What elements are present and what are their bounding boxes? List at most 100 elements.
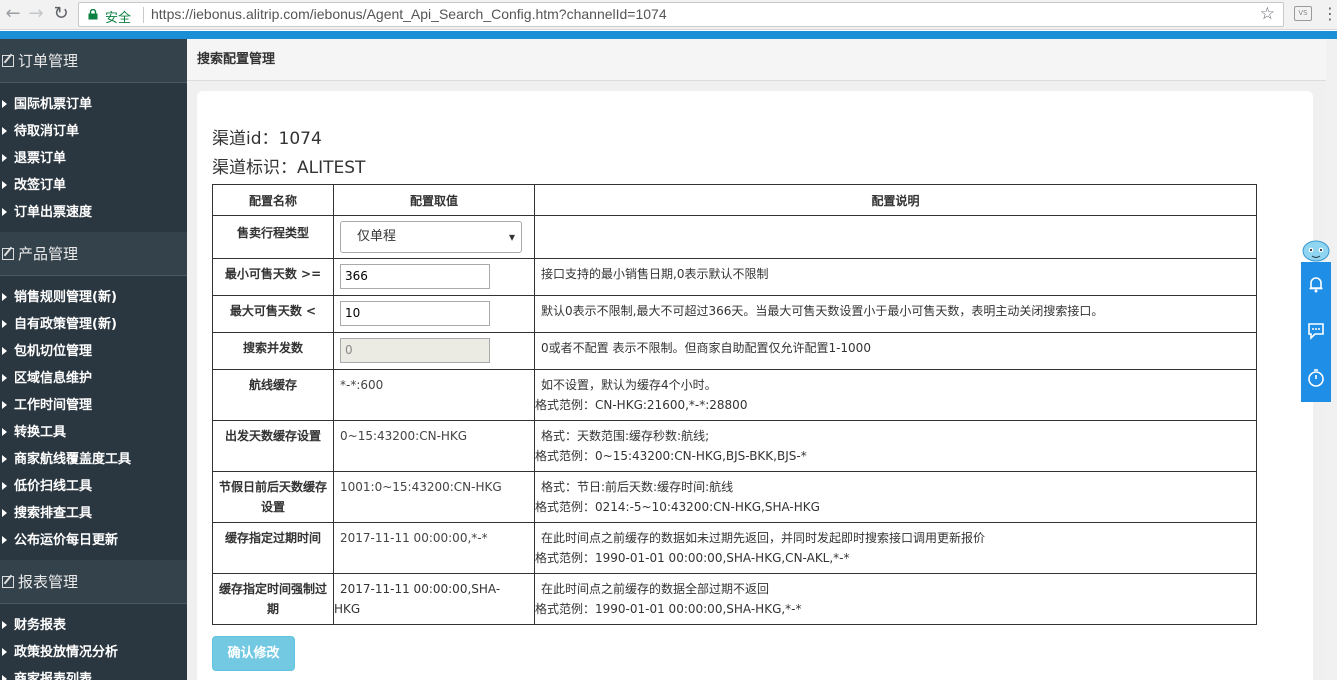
table-row: 节假日前后天数缓存 设置 1001:0~15:43200:CN-HKG 格式：节… — [212, 471, 1257, 523]
sidebar-section-header[interactable]: 报表管理 — [0, 560, 187, 604]
desc-example: 格式范例：0~15:43200:CN-HKG,BJS-BKK,BJS-* — [535, 449, 807, 463]
bell-icon[interactable] — [1306, 274, 1326, 294]
desc-example: 格式范例：1990-01-01 00:00:00,SHA-HKG,CN-AKL,… — [535, 551, 850, 565]
sidebar: 订单管理 国际机票订单 待取消订单 退票订单 改签订单 订单出票速度 产品管理 … — [0, 39, 187, 680]
desc-line: 格式：天数范围:缓存秒数:航线; — [541, 429, 710, 443]
table-row: 出发天数缓存设置 0~15:43200:CN-HKG 格式：天数范围:缓存秒数:… — [212, 420, 1257, 472]
config-name: 航线缓存 — [212, 369, 334, 421]
name-line: 期 — [266, 602, 279, 616]
sidebar-item[interactable]: 转换工具 — [0, 419, 187, 446]
caret-right-icon — [2, 347, 7, 355]
header-stripe — [0, 31, 1337, 39]
section-title: 订单管理 — [18, 52, 79, 70]
desc-line: 格式：节日:前后天数:缓存时间:航线 — [541, 480, 734, 494]
chat-icon[interactable] — [1306, 321, 1326, 341]
browser-toolbar: ← → ↻ 安全 https://iebonus.alitrip.com/ieb… — [0, 0, 1337, 30]
sidebar-item-label: 销售规则管理(新) — [14, 290, 117, 305]
sidebar-item[interactable]: 工作时间管理 — [0, 392, 187, 419]
max-days-input[interactable]: 10 — [340, 301, 490, 326]
value-line: HKG — [334, 602, 361, 616]
back-icon[interactable]: ← — [2, 3, 24, 25]
caret-right-icon — [2, 320, 7, 328]
config-value[interactable]: 2017-11-11 00:00:00,SHA- HKG — [333, 573, 535, 625]
secure-label: 安全 — [105, 11, 132, 26]
sidebar-item[interactable]: 订单出票速度 — [0, 199, 187, 226]
sidebar-item[interactable]: 公布运价每日更新 — [0, 527, 187, 554]
sidebar-item[interactable]: 政策投放情况分析 — [0, 639, 187, 666]
sidebar-section-header[interactable]: 订单管理 — [0, 39, 187, 83]
holiday-cache-value[interactable]: 1001:0~15:43200:CN-HKG — [340, 472, 502, 497]
name-line: 缓存指定时间强制过 — [218, 582, 327, 596]
edit-icon — [2, 575, 14, 588]
sidebar-item-label: 公布运价每日更新 — [14, 533, 119, 548]
config-desc: 0或者不配置 表示不限制。但商家自助配置仅允许配置1-1000 — [534, 332, 1257, 370]
address-bar[interactable]: 安全 https://iebonus.alitrip.com/iebonus/A… — [78, 2, 1284, 27]
sidebar-item[interactable]: 财务报表 — [0, 612, 187, 639]
column-header: 配置说明 — [534, 184, 1257, 216]
mascot-icon[interactable] — [1301, 238, 1331, 264]
config-desc: 默认0表示不限制,最大不可超过366天。当最大可售天数设置小于最小可售天数，表明… — [534, 295, 1257, 333]
channel-tag: 渠道标识：ALITEST — [212, 158, 366, 178]
sidebar-item[interactable]: 待取消订单 — [0, 118, 187, 145]
config-value: 366 — [333, 258, 535, 296]
depart-cache-value[interactable]: 0~15:43200:CN-HKG — [340, 421, 467, 446]
page-title: 搜索配置管理 — [187, 39, 1337, 81]
reload-icon[interactable]: ↻ — [50, 3, 72, 25]
config-desc — [534, 215, 1257, 259]
sidebar-item[interactable]: 低价扫线工具 — [0, 473, 187, 500]
caret-right-icon — [2, 428, 7, 436]
caret-right-icon — [2, 154, 7, 162]
desc-example: 格式范例：CN-HKG:21600,*-*:28800 — [535, 398, 748, 412]
sidebar-item[interactable]: 改签订单 — [0, 172, 187, 199]
config-desc: 如不设置，默认为缓存4个小时。 格式范例：CN-HKG:21600,*-*:28… — [534, 369, 1257, 421]
sidebar-item[interactable]: 包机切位管理 — [0, 338, 187, 365]
sidebar-section-reports: 报表管理 财务报表 政策投放情况分析 商家报表列表 — [0, 560, 187, 680]
sidebar-item[interactable]: 搜索排查工具 — [0, 500, 187, 527]
desc-example: 格式范例：0214:-5~10:43200:CN-HKG,SHA-HKG — [535, 500, 820, 514]
caret-right-icon — [2, 536, 7, 544]
route-cache-value[interactable]: *-*:600 — [340, 370, 383, 395]
config-name: 最大可售天数 < — [212, 295, 334, 333]
url-divider — [143, 7, 144, 23]
confirm-button[interactable]: 确认修改 — [212, 636, 295, 671]
caret-right-icon — [2, 293, 7, 301]
expire-cache-value[interactable]: 2017-11-11 00:00:00,*-* — [340, 523, 488, 548]
sidebar-item-label: 搜索排查工具 — [14, 506, 93, 521]
config-name: 售卖行程类型 — [212, 215, 334, 259]
table-row: 缓存指定过期时间 2017-11-11 00:00:00,*-* 在此时间点之前… — [212, 522, 1257, 574]
table-row: 搜索并发数 0 0或者不配置 表示不限制。但商家自助配置仅允许配置1-1000 — [212, 332, 1257, 370]
table-row: 缓存指定时间强制过 期 2017-11-11 00:00:00,SHA- HKG… — [212, 573, 1257, 625]
sidebar-item-label: 工作时间管理 — [14, 398, 93, 413]
url-text[interactable]: https://iebonus.alitrip.com/iebonus/Agen… — [151, 6, 667, 22]
sidebar-item[interactable]: 自有政策管理(新) — [0, 311, 187, 338]
trip-type-select[interactable]: 仅单程 — [340, 221, 522, 253]
more-menu-icon[interactable]: ⋮ — [1322, 3, 1337, 25]
edit-icon — [2, 247, 14, 260]
section-title: 产品管理 — [18, 245, 79, 263]
config-value: 0~15:43200:CN-HKG — [333, 420, 535, 472]
config-name: 节假日前后天数缓存 设置 — [212, 471, 334, 523]
extension-icon[interactable]: VS — [1294, 6, 1312, 21]
config-name: 搜索并发数 — [212, 332, 334, 370]
sidebar-item[interactable]: 商家航线覆盖度工具 — [0, 446, 187, 473]
forward-icon[interactable]: → — [25, 3, 47, 25]
caret-right-icon — [2, 208, 7, 216]
min-days-input[interactable]: 366 — [340, 264, 490, 289]
sidebar-item[interactable]: 国际机票订单 — [0, 91, 187, 118]
sidebar-section-header[interactable]: 产品管理 — [0, 232, 187, 276]
caret-right-icon — [2, 675, 7, 680]
sidebar-item[interactable]: 区域信息维护 — [0, 365, 187, 392]
sidebar-item-label: 改签订单 — [14, 178, 67, 193]
sidebar-item[interactable]: 退票订单 — [0, 145, 187, 172]
desc-line: 在此时间点之前缓存的数据如未过期先返回，并同时发起即时搜索接口调用更新报价 — [541, 531, 986, 545]
bookmark-star-icon[interactable]: ☆ — [1260, 4, 1275, 24]
caret-right-icon — [2, 374, 7, 382]
sidebar-section-orders: 订单管理 国际机票订单 待取消订单 退票订单 改签订单 订单出票速度 — [0, 39, 187, 232]
sidebar-item[interactable]: 销售规则管理(新) — [0, 284, 187, 311]
sidebar-item[interactable]: 商家报表列表 — [0, 666, 187, 680]
table-header-row: 配置名称 配置取值 配置说明 — [212, 184, 1257, 216]
timer-icon[interactable] — [1306, 368, 1326, 388]
column-header: 配置取值 — [333, 184, 535, 216]
table-row: 最大可售天数 < 10 默认0表示不限制,最大不可超过366天。当最大可售天数设… — [212, 295, 1257, 333]
caret-right-icon — [2, 401, 7, 409]
